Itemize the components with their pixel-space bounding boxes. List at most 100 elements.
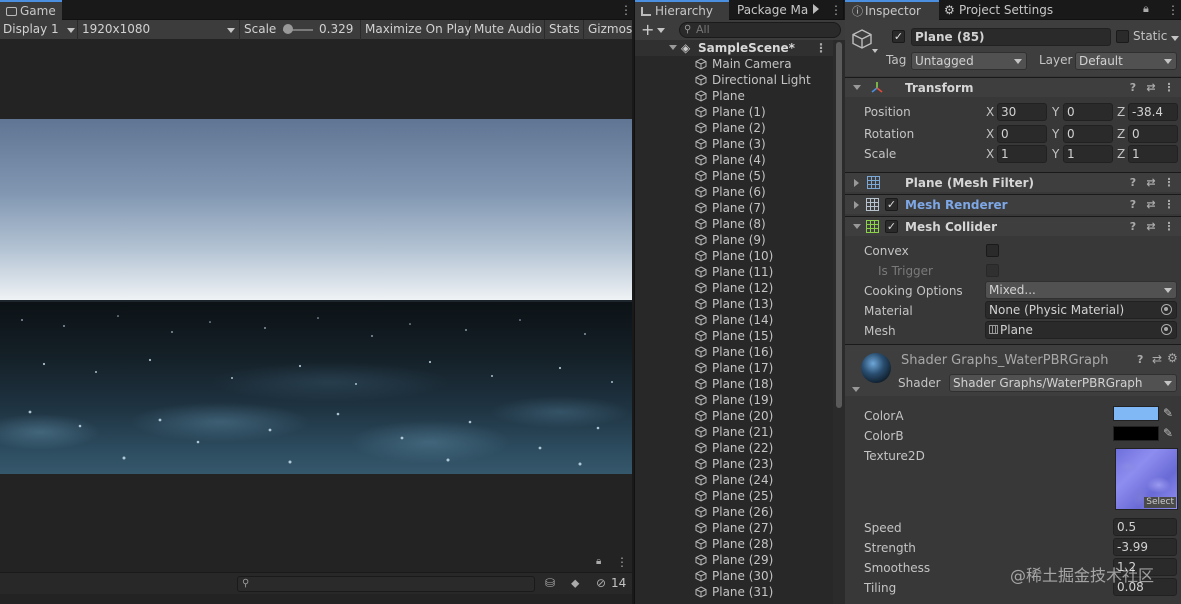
speed-field[interactable]: 0.5	[1113, 518, 1177, 536]
preset-icon[interactable]: ⇄	[1145, 198, 1157, 212]
help-icon[interactable]: ?	[1137, 353, 1143, 366]
more-options-icon[interactable]: ⋮	[815, 40, 827, 56]
slider-knob[interactable]	[283, 24, 293, 34]
hierarchy-item[interactable]: Plane (5)	[635, 168, 833, 184]
hierarchy-item[interactable]: Plane (12)	[635, 280, 833, 296]
hierarchy-item[interactable]: Plane (24)	[635, 472, 833, 488]
hierarchy-item[interactable]: Plane (29)	[635, 552, 833, 568]
chevron-down-icon[interactable]	[669, 45, 677, 50]
mesh-field[interactable]: Plane	[985, 321, 1177, 339]
scrollbar-thumb[interactable]	[836, 42, 842, 408]
help-icon[interactable]: ?	[1127, 176, 1139, 190]
rotation-x-field[interactable]: 0	[997, 125, 1047, 143]
hierarchy-item[interactable]: Plane (11)	[635, 264, 833, 280]
scene-row[interactable]: ◈ SampleScene* ⋮	[635, 40, 833, 56]
colorB-swatch[interactable]	[1113, 426, 1159, 441]
more-options-icon[interactable]: ⋮	[1163, 220, 1175, 234]
preset-icon[interactable]: ⇄	[1152, 352, 1162, 366]
hierarchy-item[interactable]: Plane (21)	[635, 424, 833, 440]
hierarchy-item[interactable]: Directional Light	[635, 72, 833, 88]
z-axis-label[interactable]: Z	[1117, 125, 1125, 143]
hierarchy-item[interactable]: Plane (22)	[635, 440, 833, 456]
hierarchy-item[interactable]: Plane (26)	[635, 504, 833, 520]
mesh-renderer-enabled-checkbox[interactable]: ✓	[885, 198, 898, 211]
chevron-right-icon[interactable]	[854, 201, 859, 209]
gear-icon[interactable]: ⚙	[1167, 351, 1178, 365]
scale-x-field[interactable]: 1	[997, 145, 1047, 163]
hierarchy-item[interactable]: Plane (19)	[635, 392, 833, 408]
cooking-options-dropdown[interactable]: Mixed...	[985, 281, 1177, 299]
chevron-down-icon[interactable]	[872, 49, 878, 53]
preset-icon[interactable]: ⇄	[1145, 176, 1157, 190]
convex-checkbox[interactable]	[986, 244, 999, 257]
hierarchy-item[interactable]: Plane (10)	[635, 248, 833, 264]
hierarchy-item[interactable]: Plane (13)	[635, 296, 833, 312]
z-axis-label[interactable]: Z	[1117, 145, 1125, 163]
hierarchy-item[interactable]: Plane (15)	[635, 328, 833, 344]
transform-header[interactable]: Transform ? ⇄ ⋮	[845, 77, 1181, 97]
display-dropdown[interactable]: Display 1	[0, 20, 78, 40]
chevron-right-icon[interactable]	[854, 179, 859, 187]
chevron-down-icon[interactable]	[1171, 36, 1179, 41]
x-axis-label[interactable]: X	[986, 103, 994, 121]
scale-y-field[interactable]: 1	[1063, 145, 1113, 163]
tab-inspector[interactable]: ⓘ Inspector	[845, 0, 939, 20]
colorA-swatch[interactable]	[1113, 406, 1159, 421]
y-axis-label[interactable]: Y	[1052, 103, 1059, 121]
lock-icon[interactable]: 🔒︎	[596, 556, 606, 568]
more-options-icon[interactable]: ⋮	[620, 3, 632, 17]
help-icon[interactable]: ?	[1127, 198, 1139, 212]
mute-audio-toggle[interactable]: Mute Audio	[471, 20, 545, 40]
tab-hierarchy[interactable]: Hierarchy	[635, 0, 729, 20]
hierarchy-item[interactable]: Plane (31)	[635, 584, 833, 600]
chevron-down-icon[interactable]	[853, 224, 861, 229]
chevron-right-icon[interactable]	[813, 4, 819, 14]
tab-package-manager[interactable]: Package Ma	[729, 0, 821, 20]
more-options-icon[interactable]: ⋮	[1163, 198, 1175, 212]
chevron-down-icon[interactable]	[853, 85, 861, 90]
x-axis-label[interactable]: X	[986, 125, 994, 143]
hierarchy-scrollbar[interactable]	[833, 40, 845, 604]
physic-material-field[interactable]: None (Physic Material)	[985, 301, 1177, 319]
more-options-icon[interactable]: ⋮	[1163, 176, 1175, 190]
eyedropper-icon[interactable]: ✎	[1163, 406, 1173, 420]
select-texture-button[interactable]: Select	[1144, 497, 1176, 508]
scale-z-field[interactable]: 1	[1128, 145, 1178, 163]
preset-icon[interactable]: ⇄	[1145, 81, 1157, 95]
position-x-field[interactable]: 30	[997, 103, 1047, 121]
x-axis-label[interactable]: X	[986, 145, 994, 163]
hierarchy-item[interactable]: Plane (9)	[635, 232, 833, 248]
gizmos-dropdown[interactable]: Gizmos	[585, 20, 632, 40]
rotation-y-field[interactable]: 0	[1063, 125, 1113, 143]
shader-dropdown[interactable]: Shader Graphs/WaterPBRGraph	[949, 374, 1177, 392]
hierarchy-item[interactable]: Plane (20)	[635, 408, 833, 424]
label-tag-icon[interactable]: ⬥	[571, 576, 579, 591]
lock-icon[interactable]: 🔒︎	[1143, 2, 1149, 16]
object-picker-icon[interactable]	[1161, 304, 1172, 315]
hierarchy-search-input[interactable]: ⚲ All	[679, 22, 841, 38]
hierarchy-item[interactable]: Plane (23)	[635, 456, 833, 472]
more-options-icon[interactable]: ⋮	[616, 555, 628, 569]
texture2d-thumbnail[interactable]: Select	[1115, 448, 1178, 510]
y-axis-label[interactable]: Y	[1052, 145, 1059, 163]
hidden-eye-icon[interactable]: ⊘	[596, 576, 606, 590]
more-options-icon[interactable]: ⋮	[1163, 81, 1175, 95]
search-input[interactable]: ⚲	[237, 576, 535, 592]
object-name-field[interactable]: Plane (85)	[911, 28, 1111, 46]
hierarchy-item[interactable]: Plane (8)	[635, 216, 833, 232]
layer-dropdown[interactable]: Default	[1075, 52, 1177, 70]
tab-game[interactable]: Game	[0, 0, 62, 20]
hierarchy-item[interactable]: Plane (2)	[635, 120, 833, 136]
hierarchy-item[interactable]: Plane (17)	[635, 360, 833, 376]
strength-field[interactable]: -3.99	[1113, 538, 1177, 556]
hierarchy-item[interactable]: Plane (7)	[635, 200, 833, 216]
hierarchy-item[interactable]: Plane (3)	[635, 136, 833, 152]
hierarchy-item[interactable]: Plane (25)	[635, 488, 833, 504]
z-axis-label[interactable]: Z	[1117, 103, 1125, 121]
preset-icon[interactable]: ⇄	[1145, 220, 1157, 234]
material-header[interactable]: Shader Graphs_WaterPBRGraph ? ⇄ ⚙ Shader…	[845, 344, 1181, 396]
resolution-dropdown[interactable]: 1920x1080	[79, 20, 240, 40]
active-checkbox[interactable]: ✓	[892, 30, 905, 43]
scale-slider[interactable]: Scale 0.329	[241, 20, 361, 40]
static-checkbox[interactable]	[1116, 30, 1129, 43]
